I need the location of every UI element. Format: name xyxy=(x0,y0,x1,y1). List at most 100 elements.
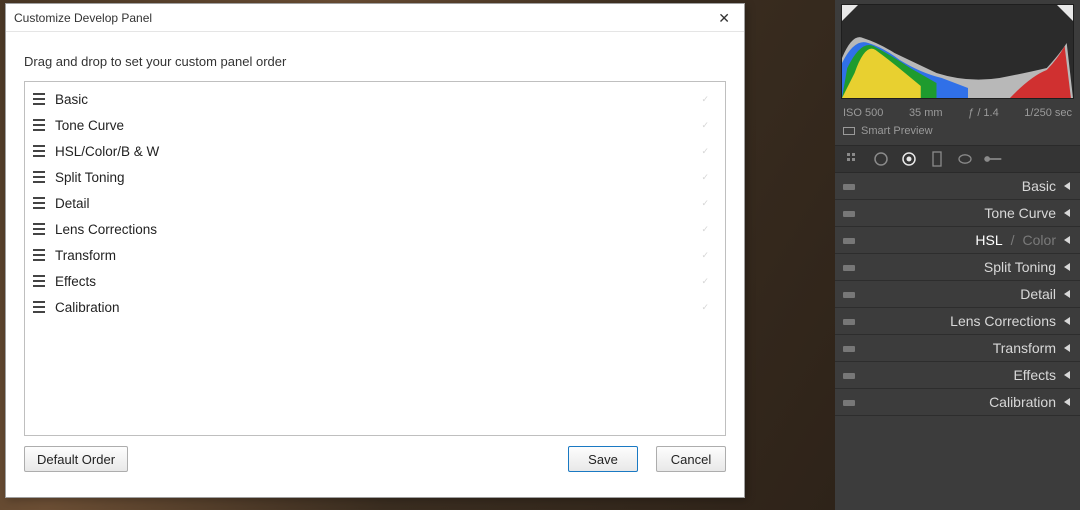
panel-toggle-switch-icon[interactable] xyxy=(843,319,855,325)
drag-handle-icon[interactable] xyxy=(33,145,45,157)
develop-panel-label: Lens Corrections xyxy=(950,313,1056,329)
panel-order-row[interactable]: Tone Curve✓ xyxy=(25,112,725,138)
graduated-filter-icon[interactable] xyxy=(927,149,947,169)
panel-order-row-label: Calibration xyxy=(55,300,701,315)
red-eye-icon[interactable] xyxy=(899,149,919,169)
panel-order-row-label: Lens Corrections xyxy=(55,222,701,237)
develop-panel-label: Tone Curve xyxy=(984,205,1056,221)
meta-aperture: ƒ / 1.4 xyxy=(968,107,999,119)
develop-panel-header[interactable]: Basic xyxy=(835,173,1080,200)
clipping-indicator-shadows-icon[interactable] xyxy=(842,5,858,21)
meta-iso: ISO 500 xyxy=(843,107,883,119)
panel-order-row[interactable]: Transform✓ xyxy=(25,242,725,268)
panel-toggle-switch-icon[interactable] xyxy=(843,265,855,271)
panel-order-row-label: Detail xyxy=(55,196,701,211)
panel-order-row[interactable]: Basic✓ xyxy=(25,86,725,112)
panel-order-row[interactable]: HSL/Color/B & W✓ xyxy=(25,138,725,164)
dialog-title: Customize Develop Panel xyxy=(14,4,152,32)
panel-order-row-label: HSL/Color/B & W xyxy=(55,144,701,159)
dialog-titlebar[interactable]: Customize Develop Panel ✕ xyxy=(6,4,744,32)
develop-panel-header[interactable]: HSL / Color xyxy=(835,227,1080,254)
histogram[interactable] xyxy=(841,4,1074,99)
cancel-button[interactable]: Cancel xyxy=(656,446,726,472)
panel-order-row[interactable]: Split Toning✓ xyxy=(25,164,725,190)
drag-handle-icon[interactable] xyxy=(33,223,45,235)
panel-toggle-switch-icon[interactable] xyxy=(843,238,855,244)
customize-panel-dialog: Customize Develop Panel ✕ Drag and drop … xyxy=(5,3,745,498)
visibility-toggle-icon[interactable]: ✓ xyxy=(701,276,709,287)
develop-panel-header[interactable]: Split Toning xyxy=(835,254,1080,281)
develop-panel-label: Detail xyxy=(1020,286,1056,302)
disclosure-triangle-icon[interactable] xyxy=(1064,209,1070,217)
develop-right-panel: ISO 500 35 mm ƒ / 1.4 1/250 sec Smart Pr… xyxy=(835,0,1080,510)
visibility-toggle-icon[interactable]: ✓ xyxy=(701,146,709,157)
dialog-instruction: Drag and drop to set your custom panel o… xyxy=(6,32,744,81)
visibility-toggle-icon[interactable]: ✓ xyxy=(701,120,709,131)
disclosure-triangle-icon[interactable] xyxy=(1064,263,1070,271)
visibility-toggle-icon[interactable]: ✓ xyxy=(701,302,709,313)
develop-panel-label-sep: / xyxy=(1011,232,1015,248)
drag-handle-icon[interactable] xyxy=(33,93,45,105)
adjustment-brush-icon[interactable] xyxy=(983,149,1003,169)
disclosure-triangle-icon[interactable] xyxy=(1064,344,1070,352)
develop-panel-label: HSL xyxy=(975,232,1002,248)
panel-toggle-switch-icon[interactable] xyxy=(843,400,855,406)
disclosure-triangle-icon[interactable] xyxy=(1064,236,1070,244)
disclosure-triangle-icon[interactable] xyxy=(1064,398,1070,406)
drag-handle-icon[interactable] xyxy=(33,119,45,131)
drag-handle-icon[interactable] xyxy=(33,275,45,287)
radial-filter-icon[interactable] xyxy=(955,149,975,169)
panel-order-list[interactable]: Basic✓Tone Curve✓HSL/Color/B & W✓Split T… xyxy=(24,81,726,436)
disclosure-triangle-icon[interactable] xyxy=(1064,182,1070,190)
visibility-toggle-icon[interactable]: ✓ xyxy=(701,198,709,209)
meta-focal: 35 mm xyxy=(909,107,943,119)
panel-toggle-switch-icon[interactable] xyxy=(843,373,855,379)
visibility-toggle-icon[interactable]: ✓ xyxy=(701,172,709,183)
develop-panel-label-sub: Color xyxy=(1023,232,1056,248)
develop-panel-header[interactable]: Detail xyxy=(835,281,1080,308)
develop-panel-list: Basic Tone Curve HSL / Color Split Toning De… xyxy=(835,173,1080,510)
panel-order-row-label: Tone Curve xyxy=(55,118,701,133)
smart-preview-icon xyxy=(843,127,855,135)
smart-preview-label: Smart Preview xyxy=(861,125,933,137)
disclosure-triangle-icon[interactable] xyxy=(1064,290,1070,298)
panel-order-row-label: Effects xyxy=(55,274,701,289)
drag-handle-icon[interactable] xyxy=(33,301,45,313)
panel-toggle-switch-icon[interactable] xyxy=(843,346,855,352)
disclosure-triangle-icon[interactable] xyxy=(1064,371,1070,379)
histogram-meta: ISO 500 35 mm ƒ / 1.4 1/250 sec xyxy=(835,105,1080,125)
disclosure-triangle-icon[interactable] xyxy=(1064,317,1070,325)
smart-preview-indicator[interactable]: Smart Preview xyxy=(835,125,1080,145)
clipping-indicator-highlights-icon[interactable] xyxy=(1057,5,1073,21)
panel-toggle-switch-icon[interactable] xyxy=(843,184,855,190)
develop-panel-label: Transform xyxy=(993,340,1056,356)
panel-order-row[interactable]: Lens Corrections✓ xyxy=(25,216,725,242)
visibility-toggle-icon[interactable]: ✓ xyxy=(701,94,709,105)
panel-toggle-switch-icon[interactable] xyxy=(843,211,855,217)
develop-panel-header[interactable]: Tone Curve xyxy=(835,200,1080,227)
dialog-button-row: Default Order Save Cancel xyxy=(6,436,744,484)
develop-panel-header[interactable]: Lens Corrections xyxy=(835,308,1080,335)
panel-order-row[interactable]: Detail✓ xyxy=(25,190,725,216)
save-button[interactable]: Save xyxy=(568,446,638,472)
develop-panel-header[interactable]: Effects xyxy=(835,362,1080,389)
drag-handle-icon[interactable] xyxy=(33,249,45,261)
default-order-button[interactable]: Default Order xyxy=(24,446,128,472)
develop-panel-header[interactable]: Transform xyxy=(835,335,1080,362)
panel-order-row-label: Split Toning xyxy=(55,170,701,185)
panel-order-row[interactable]: Calibration✓ xyxy=(25,294,725,320)
crop-icon[interactable] xyxy=(843,149,863,169)
panel-toggle-switch-icon[interactable] xyxy=(843,292,855,298)
develop-panel-label: Split Toning xyxy=(984,259,1056,275)
close-icon[interactable]: ✕ xyxy=(712,4,736,32)
panel-order-row[interactable]: Effects✓ xyxy=(25,268,725,294)
drag-handle-icon[interactable] xyxy=(33,197,45,209)
develop-panel-label: Calibration xyxy=(989,394,1056,410)
drag-handle-icon[interactable] xyxy=(33,171,45,183)
visibility-toggle-icon[interactable]: ✓ xyxy=(701,224,709,235)
spot-removal-icon[interactable] xyxy=(871,149,891,169)
visibility-toggle-icon[interactable]: ✓ xyxy=(701,250,709,261)
panel-order-row-label: Basic xyxy=(55,92,701,107)
develop-panel-label: Effects xyxy=(1013,367,1056,383)
develop-panel-header[interactable]: Calibration xyxy=(835,389,1080,416)
